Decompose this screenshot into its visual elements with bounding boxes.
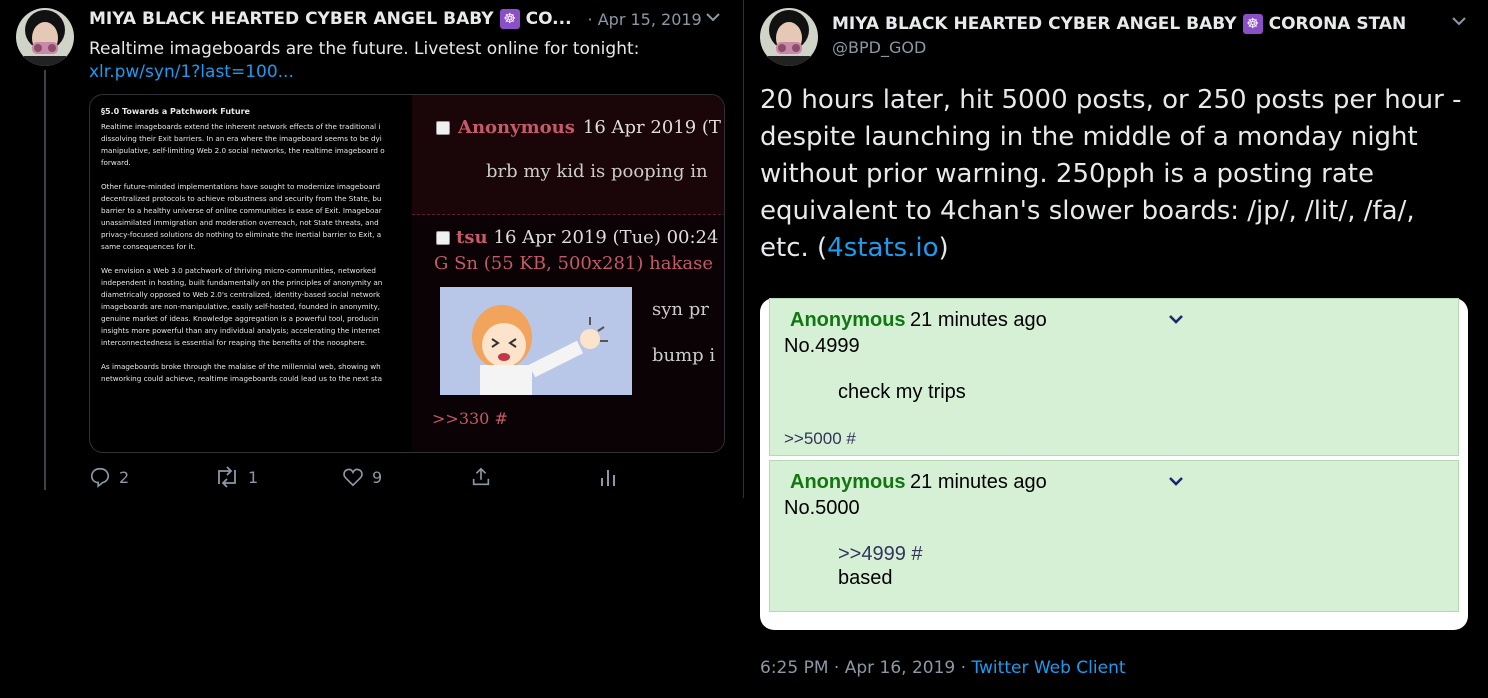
doc-line: forward. bbox=[101, 158, 131, 167]
chevron-down-icon[interactable] bbox=[1168, 473, 1184, 489]
document-paragraph: We envision a Web 3.0 patchwork of thriv… bbox=[101, 265, 410, 349]
board-post-name: Anonymous bbox=[458, 117, 575, 138]
tweet-link[interactable]: 4stats.io bbox=[827, 233, 938, 263]
reply-icon bbox=[90, 467, 110, 488]
chevron-down-icon[interactable] bbox=[1452, 14, 1466, 30]
like-count: 9 bbox=[372, 467, 383, 487]
doc-line: diametrically opposed to Web 2.0's centr… bbox=[101, 290, 381, 299]
doc-line: unassimilated immigration and moderation… bbox=[101, 218, 379, 227]
thread-line bbox=[44, 70, 46, 490]
imageboard-screenshot: Anonymous 16 Apr 2019 (T brb my kid is p… bbox=[412, 95, 724, 452]
doc-line: genuine market of ideas. Knowledge aggre… bbox=[101, 314, 379, 323]
handle[interactable]: @BPD_GOD bbox=[832, 38, 926, 57]
footer-client[interactable]: Twitter Web Client bbox=[971, 658, 1125, 678]
board-post-date: 16 Apr 2019 (Tue) 00:24 bbox=[493, 227, 719, 248]
tweet-text: 20 hours later, hit 5000 posts, or 250 p… bbox=[760, 82, 1470, 267]
tweet-image[interactable]: §5.0 Towards a Patchwork Future Realtime… bbox=[89, 94, 725, 453]
checkbox-icon bbox=[436, 230, 450, 245]
board-post-1 bbox=[412, 95, 724, 215]
chevron-down-icon[interactable] bbox=[706, 10, 720, 26]
post-author: Anonymous bbox=[790, 471, 906, 493]
wheel-emoji-icon: ☸ bbox=[1242, 14, 1263, 34]
post-body: based bbox=[838, 567, 893, 589]
reply-button[interactable]: 2 bbox=[89, 466, 129, 488]
board-post-name: tsu bbox=[456, 227, 488, 248]
document-paragraph: As imageboards broke through the malaise… bbox=[101, 361, 410, 385]
board-post-file: G Sn (55 KB, 500x281) hakase bbox=[434, 253, 713, 274]
board-post-date: 16 Apr 2019 (T bbox=[582, 117, 721, 138]
retweet-count: 1 bbox=[248, 467, 259, 487]
post-header: Anonymous 21 minutes ago bbox=[790, 471, 1047, 494]
board-post: Anonymous 21 minutes ago No.4999 check m… bbox=[769, 298, 1459, 456]
post-quote-link[interactable]: >>4999 # bbox=[838, 543, 923, 566]
name-suffix[interactable]: CORONA STAN bbox=[1269, 14, 1407, 34]
tweet-link[interactable]: xlr.pw/syn/1?last=100... bbox=[89, 60, 294, 84]
post-header: Anonymous 21 minutes ago bbox=[790, 309, 1047, 332]
board-post-1-header: Anonymous 16 Apr 2019 (T bbox=[436, 117, 721, 138]
retweet-button[interactable]: 1 bbox=[214, 466, 258, 488]
analytics-button[interactable] bbox=[598, 466, 618, 488]
share-button[interactable] bbox=[470, 466, 492, 488]
document-heading: §5.0 Towards a Patchwork Future bbox=[101, 107, 250, 116]
checkbox-icon bbox=[436, 120, 450, 135]
doc-line: Other future-minded implementations have… bbox=[101, 182, 381, 191]
board-post-thumbnail bbox=[440, 287, 632, 395]
retweet-icon bbox=[218, 466, 236, 488]
doc-line: We envision a Web 3.0 patchwork of thriv… bbox=[101, 266, 376, 275]
document-screenshot: §5.0 Towards a Patchwork Future Realtime… bbox=[90, 95, 410, 452]
avatar[interactable] bbox=[760, 8, 818, 66]
name-suffix[interactable]: CO... bbox=[526, 9, 572, 29]
tweet-timestamp[interactable]: · Apr 15, 2019 bbox=[588, 10, 702, 29]
left-tweet: MIYA BLACK HEARTED CYBER ANGEL BABY ☸ CO… bbox=[0, 0, 744, 498]
wheel-emoji-icon: ☸ bbox=[499, 9, 520, 29]
post-time: 21 minutes ago bbox=[910, 471, 1047, 493]
doc-line: As imageboards broke through the malaise… bbox=[101, 362, 381, 371]
post-reply-link[interactable]: >>5000 # bbox=[784, 429, 856, 449]
share-icon bbox=[472, 467, 490, 486]
display-name[interactable]: MIYA BLACK HEARTED CYBER ANGEL BABY bbox=[832, 14, 1237, 34]
board-post-body: brb my kid is pooping in bbox=[486, 161, 708, 182]
chevron-down-icon[interactable] bbox=[1168, 311, 1184, 327]
post-number[interactable]: No.5000 bbox=[784, 497, 860, 520]
post-number[interactable]: No.4999 bbox=[784, 335, 860, 358]
board-post-line: bump i bbox=[652, 345, 716, 366]
post-author: Anonymous bbox=[790, 309, 906, 331]
footer-timestamp[interactable]: 6:25 PM · Apr 16, 2019 · bbox=[760, 658, 966, 678]
board-post-ref: >>330 # bbox=[432, 409, 508, 428]
doc-line: decentralized protocols to achieve robus… bbox=[101, 194, 382, 203]
doc-line: insights more powerful than any individu… bbox=[101, 326, 381, 335]
tweet-header: MIYA BLACK HEARTED CYBER ANGEL BABY ☸ CO… bbox=[89, 9, 702, 29]
tweet-image[interactable]: Anonymous 21 minutes ago No.4999 check m… bbox=[760, 298, 1468, 630]
document-paragraph: Other future-minded implementations have… bbox=[101, 181, 410, 253]
doc-line: manipulative, self-limiting Web 2.0 soci… bbox=[101, 146, 385, 155]
tweet-footer: 6:25 PM · Apr 16, 2019 · Twitter Web Cli… bbox=[760, 658, 1126, 678]
doc-line: same consequences for it. bbox=[101, 242, 196, 251]
board-post-2-header: tsu 16 Apr 2019 (Tue) 00:24 bbox=[436, 227, 718, 248]
doc-line: barrier to a healthy universe of online … bbox=[101, 206, 382, 215]
doc-line: privacy-focused solutions do nothing to … bbox=[101, 230, 382, 239]
analytics-icon bbox=[601, 470, 615, 486]
doc-line: networking could achieve, realtime image… bbox=[101, 374, 382, 383]
doc-line: independent in hosting, built fundamenta… bbox=[101, 278, 383, 287]
avatar[interactable] bbox=[16, 8, 74, 66]
doc-line: Realtime imageboards extend the inherent… bbox=[101, 122, 381, 131]
right-tweet: MIYA BLACK HEARTED CYBER ANGEL BABY ☸ CO… bbox=[748, 0, 1488, 698]
reply-count: 2 bbox=[119, 467, 130, 487]
display-name[interactable]: MIYA BLACK HEARTED CYBER ANGEL BABY bbox=[89, 9, 494, 29]
document-paragraph: Realtime imageboards extend the inherent… bbox=[101, 121, 410, 169]
like-button[interactable]: 9 bbox=[342, 466, 382, 488]
doc-line: dissolving their Exit barriers. In an er… bbox=[101, 134, 382, 143]
post-body: check my trips bbox=[838, 381, 966, 403]
tweet-text-end: ) bbox=[938, 233, 949, 263]
board-post-line: syn pr bbox=[652, 299, 709, 320]
like-icon bbox=[343, 468, 363, 487]
tweet-header: MIYA BLACK HEARTED CYBER ANGEL BABY ☸ CO… bbox=[832, 14, 1406, 34]
tweet-text: Realtime imageboards are the future. Liv… bbox=[89, 39, 640, 59]
doc-line: interconnectedness is essential for reap… bbox=[101, 338, 367, 347]
doc-line: imageboards are non-manipulative, easily… bbox=[101, 302, 381, 311]
post-time: 21 minutes ago bbox=[910, 309, 1047, 331]
board-post: Anonymous 21 minutes ago No.5000 >>4999 … bbox=[769, 460, 1459, 612]
